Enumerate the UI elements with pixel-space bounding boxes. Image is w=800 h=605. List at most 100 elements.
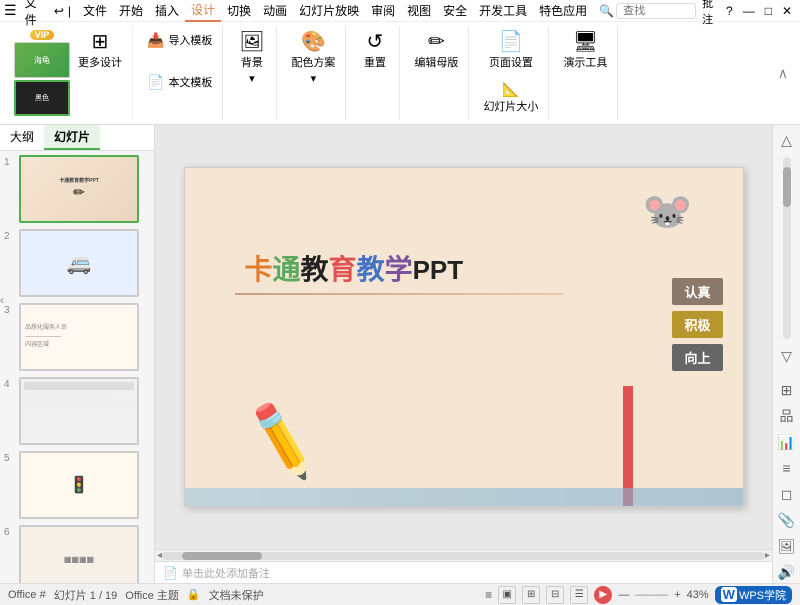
right-clip-btn[interactable]: 📎	[776, 509, 798, 531]
zoom-level: 43%	[687, 589, 709, 601]
outline-view-btn[interactable]: ⊞	[522, 586, 540, 604]
menu-special[interactable]: 特色应用	[533, 0, 593, 21]
edit-master-button[interactable]: ✏ 编辑母版	[410, 30, 462, 72]
page-setup-icon: 📄	[498, 32, 523, 52]
reset-group: ↺ 重置	[350, 26, 400, 120]
reset-icon: ↺	[367, 32, 384, 52]
design-thumb-2[interactable]: 黑色	[14, 80, 70, 116]
v-scroll-track[interactable]	[783, 157, 791, 339]
slide-view: 卡通教育教学PPT 🐭 认真 积极	[184, 167, 744, 507]
more-design-button[interactable]: ⊞ 更多设计	[74, 30, 126, 72]
search-input[interactable]	[616, 3, 696, 19]
horizontal-scrollbar[interactable]: ◂ ▸	[155, 549, 772, 561]
status-bar: Office # 幻灯片 1 / 19 Office 主题 🔒 文档未保护 ≡ …	[0, 583, 800, 605]
h-scroll-track[interactable]	[162, 552, 765, 560]
menu-icon[interactable]: ☰	[4, 2, 17, 19]
pencil-icon: ✏️	[237, 397, 328, 485]
view-menu-btn[interactable]: ≡	[485, 588, 492, 602]
menu-security[interactable]: 安全	[437, 0, 473, 21]
slides-list: 1 卡通教育教学PPT ✏ 2 🚐 3	[0, 151, 154, 583]
right-chart-btn[interactable]: 📊	[776, 431, 798, 453]
tab-slides[interactable]: 幻灯片	[44, 125, 100, 150]
wps-label: WPS学院	[739, 587, 786, 603]
menu-dev[interactable]: 开发工具	[473, 0, 533, 21]
slide-5-preview: 🚦	[19, 451, 139, 519]
text-template-button[interactable]: 📄 本文模板	[143, 72, 216, 92]
v-scroll-thumb[interactable]	[783, 167, 791, 207]
scroll-down-btn[interactable]: ▽	[776, 345, 798, 367]
menu-anim[interactable]: 动画	[257, 0, 293, 21]
right-list-btn[interactable]: 品	[776, 405, 798, 427]
panel-collapse-btn[interactable]: ‹	[0, 293, 4, 307]
ribbon: VIP 海龟 黑色 ⊞ 更多设计 📥 导入模板 📄 本文模板 🖼 背景	[0, 22, 800, 125]
vip-badge: VIP	[30, 30, 55, 40]
tag-3: 向上	[672, 344, 722, 371]
design-thumb-1[interactable]: 海龟	[14, 42, 70, 78]
quick-undo[interactable]: ↩	[54, 4, 64, 18]
color-scheme-button[interactable]: 🎨 配色方案 ▾	[287, 30, 339, 87]
present-tools-icon: 🖥	[573, 32, 598, 52]
h-scroll-thumb[interactable]	[182, 552, 262, 560]
zoom-out-btn[interactable]: —	[618, 589, 629, 601]
menu-design[interactable]: 设计	[185, 0, 221, 22]
right-table-btn[interactable]: ⊞	[776, 379, 798, 401]
menu-slideshow[interactable]: 幻灯片放映	[293, 0, 365, 21]
tags-area: 认真 积极 向上	[672, 278, 722, 371]
quick-btn-file[interactable]: 文件	[21, 0, 50, 29]
slide-thumb-6[interactable]: 6 ▦▦▦▦	[4, 525, 150, 583]
notes-icon: 📄	[163, 566, 178, 580]
right-img-btn[interactable]: 🖼	[776, 535, 798, 557]
notes-placeholder[interactable]: 单击此处添加备注	[182, 565, 270, 581]
notes-bar[interactable]: 📄 单击此处添加备注	[155, 561, 772, 583]
right-panel: △ ▽ ⊞ 品 📊 ≡ ◻ 📎 🖼 🔊	[772, 125, 800, 583]
toolbar-restore[interactable]: □	[761, 3, 776, 19]
tab-outline[interactable]: 大纲	[0, 125, 44, 150]
toolbar-help[interactable]: ?	[722, 3, 737, 19]
slide-4-preview	[19, 377, 139, 445]
page-setup-button[interactable]: 📄 页面设置	[485, 30, 537, 72]
menu-home[interactable]: 开始	[113, 0, 149, 21]
tag-2: 积极	[672, 311, 722, 338]
import-template-button[interactable]: 📥 导入模板	[143, 30, 216, 50]
menu-switch[interactable]: 切换	[221, 0, 257, 21]
tag-1: 认真	[672, 278, 722, 305]
wps-badge[interactable]: W WPS学院	[715, 586, 792, 604]
toolbar-close[interactable]: ✕	[778, 3, 796, 19]
menu-review[interactable]: 审阅	[365, 0, 401, 21]
right-shape-btn[interactable]: ◻	[776, 483, 798, 505]
toolbar-comment[interactable]: 批注	[698, 0, 720, 28]
slide-thumb-3[interactable]: 3 品质化服务人员——————内容区域	[4, 303, 150, 371]
right-vol-btn[interactable]: 🔊	[776, 561, 798, 583]
quick-sep: |	[68, 4, 71, 18]
ribbon-collapse-btn[interactable]: ∧	[778, 65, 788, 82]
slide-thumb-4[interactable]: 4	[4, 377, 150, 445]
slide-size-button[interactable]: 📐 幻灯片大小	[479, 80, 542, 116]
right-format-btn[interactable]: ≡	[776, 457, 798, 479]
background-button[interactable]: 🖼 背景 ▾	[235, 30, 268, 87]
menu-file[interactable]: 文件	[77, 0, 113, 21]
office-hash: Office #	[8, 589, 46, 601]
zoom-slider[interactable]: ———	[635, 589, 668, 601]
scroll-up-btn[interactable]: △	[776, 129, 798, 151]
slide-thumb-2[interactable]: 2 🚐	[4, 229, 150, 297]
zoom-in-btn[interactable]: +	[674, 589, 680, 601]
slide-thumb-1[interactable]: 1 卡通教育教学PPT ✏	[4, 155, 150, 223]
play-button[interactable]: ▶	[594, 586, 612, 604]
normal-view-btn[interactable]: ▣	[498, 586, 516, 604]
present-tools-button[interactable]: 🖥 演示工具	[559, 30, 611, 72]
slide-size-icon: 📐	[502, 82, 519, 96]
security-icon: 🔒	[187, 588, 201, 601]
main-area: 卡通教育教学PPT 🐭 认真 积极	[155, 125, 772, 583]
slide-2-preview: 🚐	[19, 229, 139, 297]
reset-button[interactable]: ↺ 重置	[360, 30, 390, 72]
toolbar-minimize[interactable]: —	[739, 3, 759, 19]
workspace: 大纲 幻灯片 ‹ 1 卡通教育教学PPT ✏ 2 🚐	[0, 125, 800, 583]
menu-view[interactable]: 视图	[401, 0, 437, 21]
slide-thumb-5[interactable]: 5 🚦	[4, 451, 150, 519]
grid-view-btn[interactable]: ⊟	[546, 586, 564, 604]
h-scroll-right[interactable]: ▸	[765, 550, 770, 561]
reading-view-btn[interactable]: ☰	[570, 586, 588, 604]
slide-canvas[interactable]: 卡通教育教学PPT 🐭 认真 积极	[155, 125, 772, 549]
menu-insert[interactable]: 插入	[149, 0, 185, 21]
search-icon: 🔍	[599, 4, 614, 18]
